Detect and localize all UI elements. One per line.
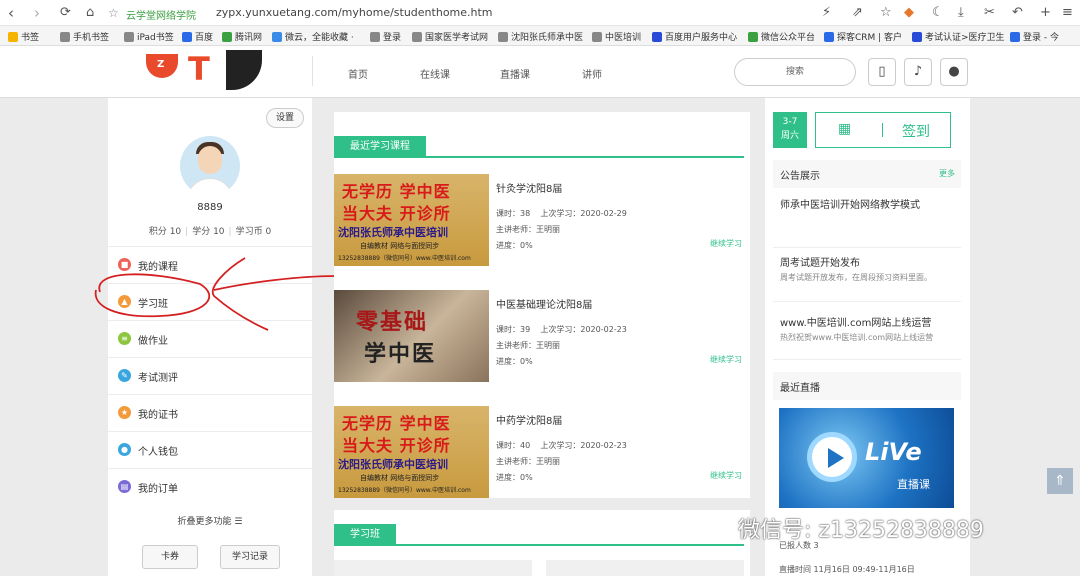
thumb-text: 零基础 <box>356 310 429 335</box>
course-card[interactable]: 无学历 学中医 当大夫 开诊所 沈阳张氏师承中医培训 自编教材 网络与面授同步 … <box>334 174 750 266</box>
thumb-text: 沈阳张氏师承中医培训 <box>338 226 448 239</box>
study-class-title: 学习班 <box>334 524 396 546</box>
notice-item[interactable]: www.中医培训.com网站上线运营 热烈祝贺www.中医培训.com网站上线运… <box>773 302 961 360</box>
course-teacher: 主讲老师：王明丽 <box>496 341 560 350</box>
thumb-text: 无学历 学中医 <box>342 182 451 201</box>
live-logo: LiVe <box>865 438 922 466</box>
live-header: 最近直播 <box>773 372 961 400</box>
notice-item[interactable]: 周考试题开始发布 周考试题开放发布，在周段预习资料里面。 <box>773 248 961 302</box>
continue-button[interactable]: 继续学习 <box>710 354 742 365</box>
scroll-top-icon[interactable]: ⇑ <box>1047 468 1073 494</box>
thumb-text: 13252838889（微信同号）www.中医培训.com <box>338 255 471 262</box>
thumb-text: 当大夫 开诊所 <box>342 436 451 455</box>
calendar-icon: ▦ <box>838 121 852 137</box>
course-hours: 课时：39 上次学习：2020-02-23 <box>496 325 627 334</box>
live-time: 直播时间 11月16日 09:49-11月16日 <box>779 565 915 574</box>
course-teacher: 主讲老师：王明丽 <box>496 225 560 234</box>
notice-item-desc: 周考试题开放发布，在周段预习资料里面。 <box>780 273 932 282</box>
more-link[interactable]: 更多 <box>939 168 955 179</box>
thumb-text: 当大夫 开诊所 <box>342 204 451 223</box>
course-card[interactable]: 零基础 学中医 中医基础理论沈阳8届 课时：39 上次学习：2020-02-23… <box>334 290 750 382</box>
course-hours: 课时：38 上次学习：2020-02-29 <box>496 209 627 218</box>
course-thumbnail[interactable]: 零基础 学中医 <box>334 290 489 382</box>
class-card[interactable] <box>334 560 532 576</box>
signin-button[interactable]: ▦ 签到 <box>815 112 951 148</box>
course-thumbnail[interactable]: 无学历 学中医 当大夫 开诊所 沈阳张氏师承中医培训 自编教材 网络与面授同步 … <box>334 406 489 498</box>
thumb-text: 自编教材 网络与面授同步 <box>360 242 440 250</box>
recent-courses-panel: 最近学习课程 无学历 学中医 当大夫 开诊所 沈阳张氏师承中医培训 自编教材 网… <box>334 112 750 498</box>
course-title[interactable]: 针灸学沈阳8届 <box>496 180 562 195</box>
course-thumbnail[interactable]: 无学历 学中医 当大夫 开诊所 沈阳张氏师承中医培训 自编教材 网络与面授同步 … <box>334 174 489 266</box>
notice-header: 公告展示 更多 <box>773 160 961 188</box>
notice-item-title[interactable]: 师承中医培训开始网络教学模式 <box>780 196 920 211</box>
weekday-text: 周六 <box>780 131 799 141</box>
wechat-watermark: 微信号: z13252838889 <box>738 518 984 543</box>
right-sidebar: 3-7 周六 ▦ 签到 公告展示 更多 师承中医培训开始网络教学模式 周考试题开… <box>765 98 970 576</box>
course-title[interactable]: 中医基础理论沈阳8届 <box>496 296 592 311</box>
live-title: 最近直播 <box>780 383 820 394</box>
course-card[interactable]: 无学历 学中医 当大夫 开诊所 沈阳张氏师承中医培训 自编教材 网络与面授同步 … <box>334 406 750 498</box>
course-hours: 课时：40 上次学习：2020-02-23 <box>496 441 627 450</box>
course-progress: 进度：0% <box>496 241 533 250</box>
live-subtitle: 直播课 <box>897 478 930 491</box>
date-badge: 3-7 周六 <box>773 112 807 148</box>
play-icon <box>828 448 844 468</box>
notice-item[interactable]: 师承中医培训开始网络教学模式 <box>773 190 961 248</box>
thumb-text: 无学历 学中医 <box>342 414 451 433</box>
thumb-text: 沈阳张氏师承中医培训 <box>338 458 448 471</box>
continue-button[interactable]: 继续学习 <box>710 470 742 481</box>
class-card[interactable] <box>546 560 744 576</box>
course-progress: 进度：0% <box>496 473 533 482</box>
recent-courses-title: 最近学习课程 <box>334 136 426 158</box>
course-title[interactable]: 中药学沈阳8届 <box>496 412 562 427</box>
section-divider <box>334 156 744 158</box>
section-divider <box>334 544 744 546</box>
continue-button[interactable]: 继续学习 <box>710 238 742 249</box>
course-progress: 进度：0% <box>496 357 533 366</box>
thumb-text: 学中医 <box>364 342 437 367</box>
notice-item-desc: 热烈祝贺www.中医培训.com网站上线运营 <box>780 333 934 342</box>
thumb-text: 13252838889（微信同号）www.中医培训.com <box>338 487 471 494</box>
date-text: 3-7 <box>782 117 798 127</box>
thumb-text: 自编教材 网络与面授同步 <box>360 474 440 482</box>
notice-item-title[interactable]: www.中医培训.com网站上线运营 <box>780 314 931 329</box>
live-thumbnail[interactable]: LiVe 直播课 <box>779 408 954 508</box>
signin-label: 签到 <box>902 124 930 140</box>
notice-item-title[interactable]: 周考试题开始发布 <box>780 254 860 269</box>
notice-title: 公告展示 <box>780 171 820 182</box>
course-teacher: 主讲老师：王明丽 <box>496 457 560 466</box>
